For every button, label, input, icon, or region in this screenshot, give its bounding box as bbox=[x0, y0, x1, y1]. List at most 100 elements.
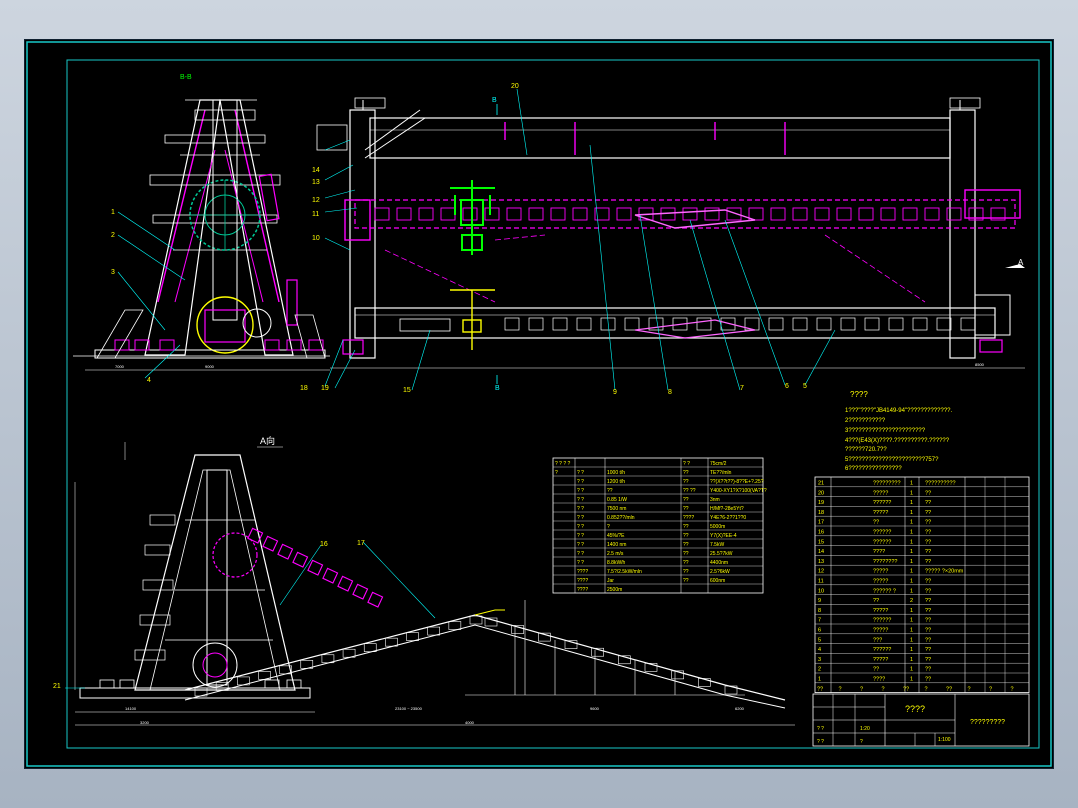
parts-header-cell: ? bbox=[989, 686, 992, 692]
parts-cell: 1 bbox=[910, 657, 913, 663]
outer-frame bbox=[26, 41, 1052, 767]
parts-cell: 1 bbox=[910, 530, 913, 536]
parts-cell: 1 bbox=[910, 539, 913, 545]
parts-cell: ?? bbox=[873, 667, 879, 673]
note-line: 5???????????????????????757? bbox=[845, 457, 939, 463]
spec-cell: H/Mf?-28e5Yt? bbox=[710, 506, 744, 512]
callout-7: 7 bbox=[740, 385, 744, 392]
parts-cell: ?? bbox=[925, 500, 931, 506]
spec-cell: 45%/?E bbox=[607, 533, 625, 539]
parts-cell: 1 bbox=[910, 490, 913, 496]
parts-cell: ?? bbox=[925, 667, 931, 673]
spec-cell: 1400 nm bbox=[607, 542, 626, 548]
parts-cell: ?? bbox=[925, 559, 931, 565]
dim-text: 7000 bbox=[115, 364, 125, 369]
parts-cell: ?? bbox=[925, 598, 931, 604]
parts-header-cell: ?? bbox=[946, 686, 952, 692]
spec-cell: 600nm bbox=[710, 578, 725, 584]
spec-cell: ???? bbox=[577, 569, 588, 575]
parts-cell: 16 bbox=[818, 530, 824, 536]
parts-cell: ????? bbox=[873, 628, 888, 634]
parts-cell: ???????? bbox=[873, 559, 897, 565]
title-cell: ? ? bbox=[817, 726, 824, 732]
lower-window bbox=[528, 317, 544, 331]
dim-text: 14100 bbox=[125, 706, 137, 711]
parts-cell: ?? bbox=[925, 510, 931, 516]
parts-cell: 2 bbox=[818, 667, 821, 673]
spec-cell: 2500m bbox=[607, 587, 622, 593]
parts-cell: 1 bbox=[910, 628, 913, 634]
spec-cell: ? ? ? ? bbox=[555, 461, 571, 467]
parts-cell: 4 bbox=[818, 647, 821, 653]
parts-cell: 1 bbox=[910, 510, 913, 516]
callout-15: 15 bbox=[403, 387, 411, 394]
parts-header-cell: ? bbox=[1011, 686, 1014, 692]
drawing-scale: 1:100 bbox=[938, 737, 951, 743]
callout-17: 17 bbox=[357, 540, 365, 547]
beam-window bbox=[902, 207, 918, 221]
callout-1: 1 bbox=[111, 209, 115, 216]
beam-window bbox=[770, 207, 786, 221]
spec-cell: ? ? bbox=[577, 560, 584, 566]
parts-cell: 11 bbox=[818, 579, 824, 585]
beam-window bbox=[374, 207, 390, 221]
note-line: 1???"????"JB4149-94"?????????????. bbox=[845, 408, 952, 414]
parts-header-cell: ?? bbox=[903, 686, 909, 692]
callout-11: 11 bbox=[312, 211, 319, 218]
elevation-view: 8500 B B A 20 14 13 12 11 10 18 19 15 9 … bbox=[300, 83, 1025, 396]
parts-cell: ?? bbox=[925, 588, 931, 594]
callout-6: 6 bbox=[785, 383, 789, 390]
note-line: 3??????????????????????? bbox=[845, 428, 926, 434]
parts-cell: 12 bbox=[818, 569, 824, 575]
beam-window bbox=[484, 207, 500, 221]
parts-cell: ?? bbox=[925, 579, 931, 585]
parts-cell: ?? bbox=[925, 677, 931, 683]
parts-cell: 1 bbox=[910, 588, 913, 594]
conveyor-frame bbox=[448, 621, 462, 630]
spec-cell: ? ? bbox=[577, 497, 584, 503]
callout-19: 19 bbox=[321, 385, 329, 392]
spec-cell: ? ? bbox=[577, 533, 584, 539]
parts-cell: 1 bbox=[910, 608, 913, 614]
parts-cell: 19 bbox=[818, 500, 824, 506]
parts-cell: ?????? ? bbox=[873, 588, 896, 594]
parts-cell: 1 bbox=[910, 677, 913, 683]
callout-5: 5 bbox=[803, 383, 807, 390]
bucket bbox=[262, 535, 279, 552]
spec-cell: ? ? bbox=[577, 515, 584, 521]
beam-window bbox=[682, 207, 698, 221]
parts-cell: ???? bbox=[873, 549, 885, 555]
dim-text: 23100 ~ 23500 bbox=[395, 706, 423, 711]
conveyor-frames bbox=[194, 615, 738, 697]
spec-cell: ?? bbox=[683, 497, 689, 503]
spec-cell: 25.5?7kW bbox=[710, 551, 733, 557]
bucket bbox=[337, 575, 354, 592]
callout-12: 12 bbox=[312, 197, 320, 204]
spec-cell: ?? bbox=[683, 542, 689, 548]
conveyor-frame bbox=[427, 626, 440, 636]
spec-cell: ? ? bbox=[683, 461, 690, 467]
technical-notes: ???? 1???"????"JB4149-94"?????????????. … bbox=[845, 390, 952, 472]
title-block: ???? ????????? 1:100 ? ? ? ? ? 1:20 bbox=[812, 693, 1030, 747]
drawing-name: ????????? bbox=[970, 719, 1005, 726]
lower-window bbox=[768, 317, 784, 331]
spec-cell: 5000m bbox=[710, 524, 725, 530]
spec-cell: ? ? bbox=[577, 470, 584, 476]
parts-header-cell: ? bbox=[882, 686, 885, 692]
spec-cell: ??(X??t??)-8??E+?.25? bbox=[710, 479, 764, 485]
spec-cell: ???? bbox=[683, 515, 694, 521]
parts-cell: 5 bbox=[818, 637, 821, 643]
beam-window bbox=[506, 207, 522, 221]
spec-cell: ???? bbox=[577, 587, 588, 593]
beam-window bbox=[858, 207, 874, 221]
parts-cell: ?? bbox=[925, 530, 931, 536]
beam-windows bbox=[374, 207, 1006, 221]
parts-cell: 1 bbox=[910, 647, 913, 653]
lower-window bbox=[552, 317, 568, 331]
lower-window bbox=[792, 317, 808, 331]
note-line: ??????720.7?? bbox=[845, 447, 887, 453]
parts-cell: ?????? bbox=[873, 539, 891, 545]
note-line: 6???????????????? bbox=[845, 466, 902, 472]
spec-cell: ?? bbox=[683, 470, 689, 476]
parts-cell: ????? bbox=[873, 569, 888, 575]
